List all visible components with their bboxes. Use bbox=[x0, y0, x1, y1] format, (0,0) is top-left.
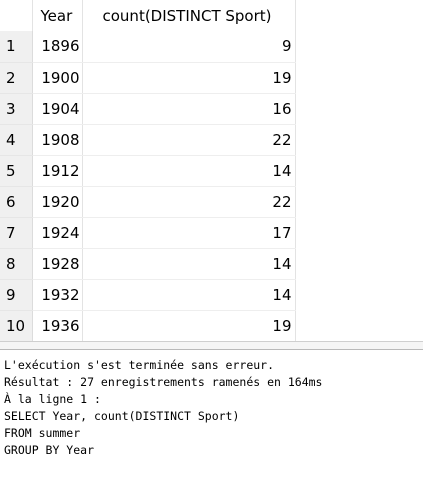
cell-year[interactable]: 1920 bbox=[32, 186, 83, 218]
execution-log: L'exécution s'est terminée sans erreur. … bbox=[0, 350, 423, 480]
row-number-header[interactable] bbox=[0, 0, 33, 31]
cell-count[interactable]: 14 bbox=[82, 279, 296, 311]
table-row[interactable]: 1 1896 9 bbox=[0, 31, 296, 63]
cell-count[interactable]: 17 bbox=[82, 217, 296, 249]
cell-year[interactable]: 1900 bbox=[32, 62, 83, 94]
cell-count[interactable]: 9 bbox=[82, 31, 296, 63]
log-line: L'exécution s'est terminée sans erreur. bbox=[4, 358, 275, 372]
table-row[interactable]: 6 1920 22 bbox=[0, 186, 296, 218]
cell-year[interactable]: 1904 bbox=[32, 93, 83, 125]
header-row: Year count(DISTINCT Sport) bbox=[0, 0, 296, 31]
cell-year[interactable]: 1932 bbox=[32, 279, 83, 311]
log-line: Résultat : 27 enregistrements ramenés en… bbox=[4, 375, 323, 389]
row-number[interactable]: 1 bbox=[0, 31, 33, 63]
table-row[interactable]: 7 1924 17 bbox=[0, 217, 296, 249]
row-number[interactable]: 5 bbox=[0, 155, 33, 187]
pane-splitter[interactable] bbox=[0, 341, 423, 350]
table-row[interactable]: 5 1912 14 bbox=[0, 155, 296, 187]
log-line: SELECT Year, count(DISTINCT Sport) bbox=[4, 409, 240, 423]
table-row[interactable]: 4 1908 22 bbox=[0, 124, 296, 156]
cell-year[interactable]: 1928 bbox=[32, 248, 83, 280]
row-number[interactable]: 10 bbox=[0, 310, 33, 342]
cell-count[interactable]: 22 bbox=[82, 186, 296, 218]
cell-count[interactable]: 19 bbox=[82, 62, 296, 94]
column-header-year[interactable]: Year bbox=[32, 0, 83, 31]
cell-year[interactable]: 1936 bbox=[32, 310, 83, 342]
cell-year[interactable]: 1896 bbox=[32, 31, 83, 63]
row-number[interactable]: 3 bbox=[0, 93, 33, 125]
cell-count[interactable]: 22 bbox=[82, 124, 296, 156]
row-number[interactable]: 7 bbox=[0, 217, 33, 249]
log-line: À la ligne 1 : bbox=[4, 392, 101, 406]
cell-count[interactable]: 16 bbox=[82, 93, 296, 125]
results-grid[interactable]: Year count(DISTINCT Sport) 1 1896 9 2 1900 19… bbox=[0, 0, 423, 342]
log-line: GROUP BY Year bbox=[4, 443, 95, 457]
row-number[interactable]: 2 bbox=[0, 62, 33, 94]
table-row[interactable]: 3 1904 16 bbox=[0, 93, 296, 125]
cell-count[interactable]: 14 bbox=[82, 248, 296, 280]
row-number[interactable]: 4 bbox=[0, 124, 33, 156]
table-row[interactable]: 10 1936 19 bbox=[0, 310, 296, 342]
table-row[interactable]: 9 1932 14 bbox=[0, 279, 296, 311]
row-number[interactable]: 6 bbox=[0, 186, 33, 218]
row-number[interactable]: 9 bbox=[0, 279, 33, 311]
log-line: FROM summer bbox=[4, 426, 81, 440]
row-number[interactable]: 8 bbox=[0, 248, 33, 280]
cell-count[interactable]: 14 bbox=[82, 155, 296, 187]
cell-year[interactable]: 1908 bbox=[32, 124, 83, 156]
cell-year[interactable]: 1912 bbox=[32, 155, 83, 187]
cell-year[interactable]: 1924 bbox=[32, 217, 83, 249]
cell-count[interactable]: 19 bbox=[82, 310, 296, 342]
table-row[interactable]: 2 1900 19 bbox=[0, 62, 296, 94]
column-header-count[interactable]: count(DISTINCT Sport) bbox=[82, 0, 296, 31]
results-table: Year count(DISTINCT Sport) 1 1896 9 2 1900 19… bbox=[0, 0, 296, 342]
table-row[interactable]: 8 1928 14 bbox=[0, 248, 296, 280]
